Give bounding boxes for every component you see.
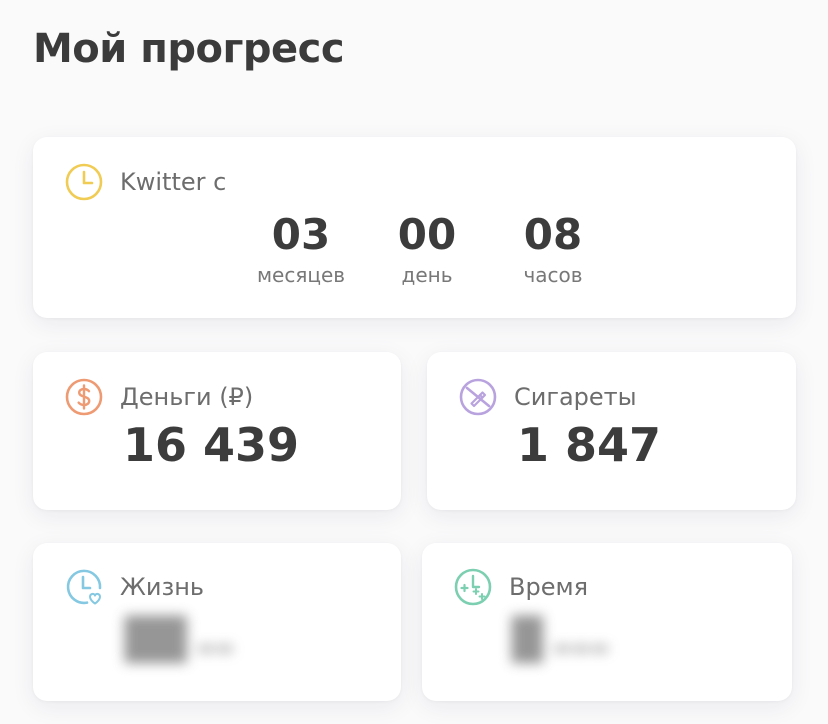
months-value: 03 — [271, 210, 331, 259]
quit-since-label: Kwitter с — [120, 168, 227, 196]
clock-icon — [64, 162, 104, 202]
clock-plus-icon — [453, 567, 493, 607]
time-card[interactable]: Время █ ▬▬▬ — [422, 543, 792, 701]
quit-since-card: Kwitter с 03 месяцев 00 день 08 часов — [33, 137, 796, 318]
cigarettes-header: Сигареты — [458, 377, 637, 417]
hours-unit: 08 часов — [490, 209, 616, 287]
cigarettes-card[interactable]: Сигареты 1 847 — [427, 352, 796, 510]
time-unit-placeholder: ▬▬▬ — [552, 635, 610, 659]
hours-value: 08 — [523, 210, 583, 259]
life-header: Жизнь — [64, 567, 204, 607]
hours-caption: часов — [523, 263, 583, 287]
time-value-placeholder: █ — [512, 617, 543, 663]
cigarettes-label: Сигареты — [514, 383, 637, 411]
time-value-blurred: █ ▬▬▬ — [512, 617, 609, 663]
money-header: Деньги (₽) — [64, 377, 253, 417]
life-value-placeholder: ██ — [125, 617, 187, 663]
quit-since-header: Kwitter с — [64, 162, 226, 202]
days-value: 00 — [397, 210, 457, 259]
money-card[interactable]: Деньги (₽) 16 439 — [33, 352, 401, 510]
page-title: Мой прогресс — [33, 26, 345, 72]
dollar-icon — [64, 377, 104, 417]
no-cigarette-icon — [458, 377, 498, 417]
months-caption: месяцев — [256, 263, 346, 287]
elapsed-time-display: 03 месяцев 00 день 08 часов — [238, 209, 616, 287]
days-unit: 00 день — [364, 209, 490, 287]
money-label: Деньги (₽) — [120, 383, 254, 411]
months-unit: 03 месяцев — [238, 209, 364, 287]
days-caption: день — [401, 263, 453, 287]
cigarettes-value: 1 847 — [517, 418, 662, 472]
life-label: Жизнь — [120, 573, 205, 601]
clock-heart-icon — [64, 567, 104, 607]
life-value-blurred: ██ ▬▬ — [125, 617, 234, 663]
life-unit-placeholder: ▬▬ — [196, 635, 235, 659]
time-label: Время — [509, 573, 589, 601]
time-header: Время — [453, 567, 588, 607]
money-value: 16 439 — [123, 418, 300, 472]
life-card[interactable]: Жизнь ██ ▬▬ — [33, 543, 401, 701]
